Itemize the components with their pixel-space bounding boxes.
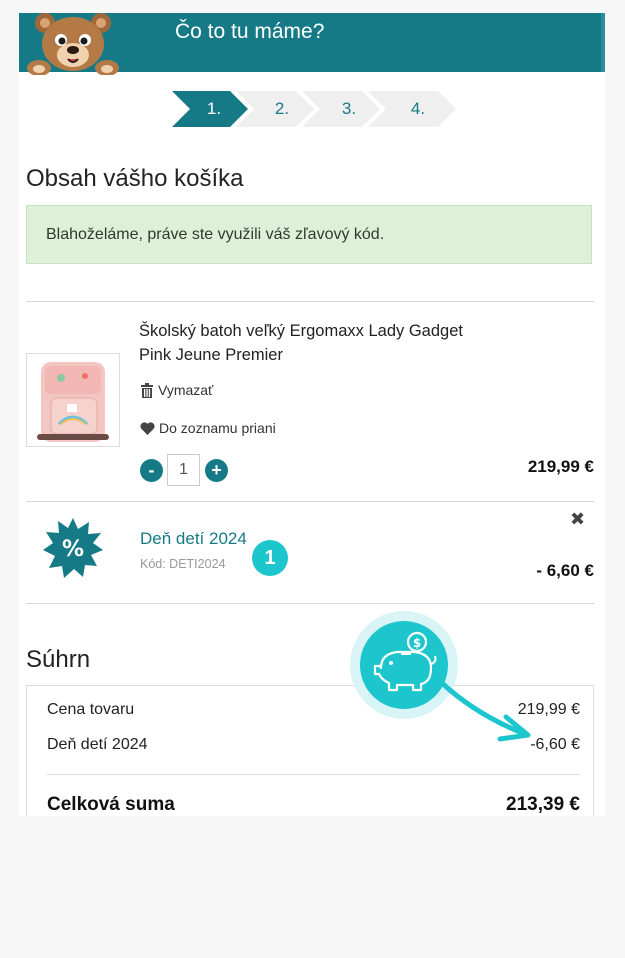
wishlist-label: Do zoznamu priani: [159, 420, 276, 436]
product-price: 219,99 €: [527, 457, 594, 476]
wishlist-link[interactable]: Do zoznamu priani: [140, 420, 276, 436]
checkout-steps: 1. 2. 3. 4.: [170, 91, 460, 127]
discount-amount: - 6,60 €: [536, 561, 594, 580]
percent-badge-icon: %: [43, 518, 103, 578]
summary-divider: [47, 774, 580, 775]
quantity-input[interactable]: 1: [167, 454, 200, 486]
annotation-badge: 1: [252, 540, 288, 576]
summary-row-label: Cena tovaru: [47, 701, 135, 718]
quantity-increase-button[interactable]: +: [205, 459, 228, 482]
discount-name: Deň detí 2024: [140, 529, 247, 548]
total-label: Celková suma: [47, 794, 175, 815]
svg-text:%: %: [62, 537, 84, 562]
bear-logo: [27, 13, 119, 75]
summary-total-row: Celková suma 213,39 €: [47, 794, 580, 816]
step-3[interactable]: 3.: [319, 99, 379, 119]
summary-title: Súhrn: [26, 646, 91, 673]
delete-label: Vymazať: [158, 382, 214, 398]
summary-row-label: Deň detí 2024: [47, 736, 148, 753]
cart-title: Obsah vášho košíka: [26, 165, 244, 192]
svg-text:$: $: [413, 636, 421, 650]
heart-icon: [140, 421, 155, 435]
remove-discount-icon[interactable]: ✖: [570, 509, 585, 530]
success-alert: Blahoželáme, práve ste využili váš zľavo…: [26, 205, 592, 264]
quantity-decrease-button[interactable]: -: [140, 459, 163, 482]
trash-icon: [141, 382, 153, 398]
divider: [26, 603, 594, 604]
page: Čo to tu máme? 1. 2. 3. 4. Obsah vášho k…: [19, 13, 605, 816]
divider: [26, 301, 594, 302]
header: Čo to tu máme?: [19, 13, 605, 75]
header-edge: [601, 13, 605, 72]
arrow-annotation: [439, 680, 531, 742]
product-image[interactable]: [26, 353, 120, 447]
total-value: 213,39 €: [506, 794, 580, 815]
step-2[interactable]: 2.: [252, 99, 312, 119]
discount-code: Kód: DETI2024: [140, 557, 226, 571]
header-title: Čo to tu máme?: [175, 20, 325, 43]
step-4[interactable]: 4.: [388, 99, 448, 119]
product-name[interactable]: Školský batoh veľký Ergomaxx Lady Gadget…: [139, 319, 499, 367]
delete-link[interactable]: Vymazať: [140, 382, 213, 398]
divider: [26, 501, 594, 502]
step-1[interactable]: 1.: [184, 99, 244, 119]
